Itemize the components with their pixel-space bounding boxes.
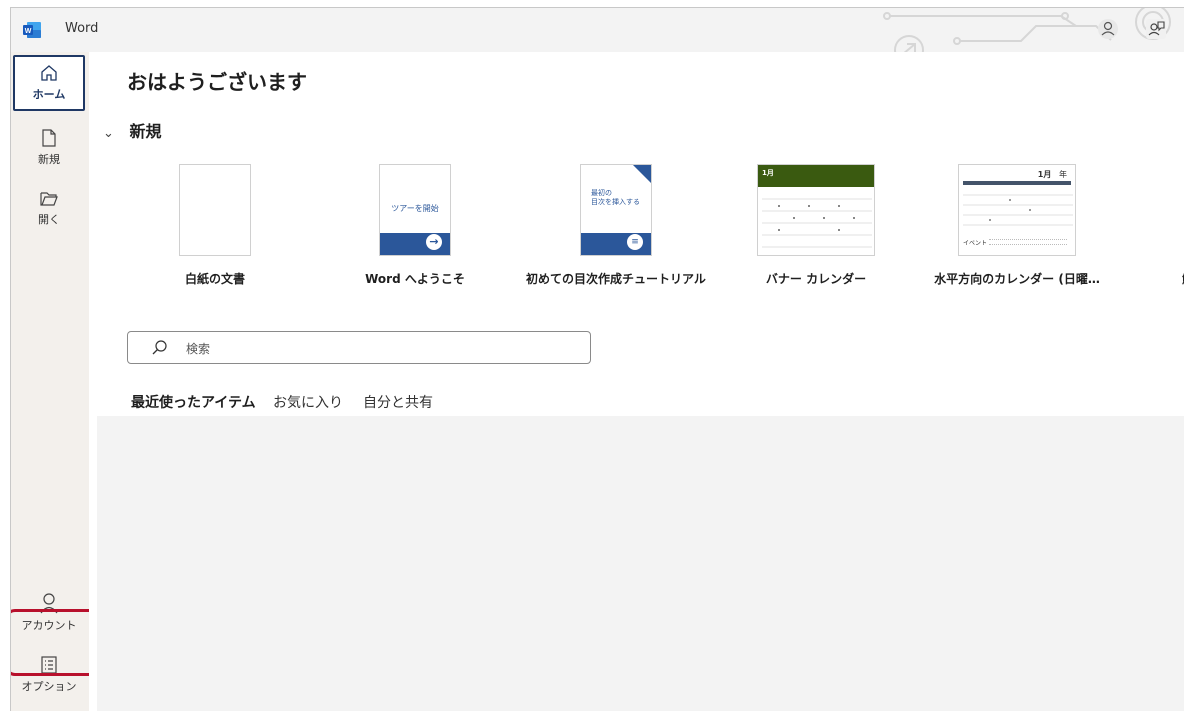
backstage-sidebar: ホーム 新規 開く アカウント オプション	[11, 52, 99, 711]
thumbnail-month: 1月	[762, 169, 774, 177]
tab-shared[interactable]: 自分と共有	[363, 392, 433, 412]
thumbnail-month: 1月 年	[1037, 170, 1067, 179]
arrow-right-icon: →	[426, 234, 442, 250]
template-blank-document[interactable]: 白紙の文書	[115, 164, 315, 287]
template-name: 初めての目次作成チュートリアル	[526, 272, 706, 286]
tab-favorites[interactable]: お気に入り	[273, 392, 343, 412]
template-thumbnail: ツアーを開始 →	[379, 164, 451, 256]
recent-files-area	[97, 416, 1184, 711]
template-thumbnail: 1月 年 イベント	[958, 164, 1076, 256]
account-highlight-box	[11, 609, 99, 676]
toc-icon: ≡	[627, 234, 643, 250]
search-box[interactable]: 検索	[127, 331, 591, 364]
sidebar-item-open[interactable]: 開く	[13, 190, 85, 234]
home-icon	[41, 65, 57, 81]
new-document-icon	[42, 129, 56, 147]
svg-text:W: W	[25, 28, 32, 35]
template-name: Word へようこそ	[365, 272, 465, 286]
template-toc-tutorial[interactable]: 最初の 目次を挿入する ≡ 初めての目次作成チュートリアル	[516, 164, 716, 287]
template-vivid[interactable]: 鮮明な[	[1118, 164, 1184, 287]
coauthor-icon[interactable]	[1145, 18, 1167, 40]
template-banner-calendar[interactable]: 1月 バナー カレンダー	[716, 164, 916, 287]
page-title: おはようございます	[127, 70, 307, 94]
sidebar-item-label: 新規	[38, 153, 60, 166]
template-name: 水平方向のカレンダー (日曜…	[934, 272, 1100, 286]
search-icon	[152, 340, 167, 355]
chevron-down-icon: ⌄	[103, 126, 114, 141]
thumbnail-text: ツアーを開始	[391, 204, 439, 213]
word-window: W Word ホーム 新規 開く アカウント オプション おはようございます ⌄…	[10, 7, 1184, 711]
new-section-title: 新規	[129, 122, 162, 141]
home-pane: おはようございます ⌄ 新規 白紙の文書 ツアーを開始 → Word へようこそ…	[89, 52, 1184, 711]
template-name: 白紙の文書	[184, 272, 245, 286]
word-logo-icon: W	[23, 22, 41, 38]
sidebar-item-label: ホーム	[32, 88, 66, 101]
search-placeholder: 検索	[186, 342, 211, 356]
template-thumbnail: 1月	[757, 164, 875, 256]
thumbnail-event: イベント	[963, 240, 988, 247]
app-title: Word	[65, 21, 99, 36]
template-name: バナー カレンダー	[765, 272, 867, 286]
new-section-header[interactable]: ⌄ 新規	[103, 118, 162, 142]
folder-icon	[40, 192, 58, 206]
template-thumbnail: 最初の 目次を挿入する ≡	[580, 164, 652, 256]
template-welcome-to-word[interactable]: ツアーを開始 → Word へようこそ	[315, 164, 515, 287]
tab-recent[interactable]: 最近使ったアイテム	[131, 392, 256, 412]
sidebar-item-label: オプション	[21, 680, 77, 693]
template-thumbnail	[179, 164, 251, 256]
template-name: 鮮明な[	[1118, 270, 1184, 287]
template-horizontal-calendar[interactable]: 1月 年 イベント 水平方向のカレンダー (日曜…	[917, 164, 1117, 287]
sidebar-item-label: 開く	[38, 213, 60, 226]
title-bar: W Word	[11, 8, 1184, 52]
account-icon[interactable]	[1097, 18, 1119, 40]
thumbnail-text: 最初の 目次を挿入する	[591, 189, 640, 206]
sidebar-item-new[interactable]: 新規	[13, 128, 85, 172]
sidebar-item-home[interactable]: ホーム	[13, 55, 85, 111]
circuit-decoration	[883, 8, 1171, 52]
